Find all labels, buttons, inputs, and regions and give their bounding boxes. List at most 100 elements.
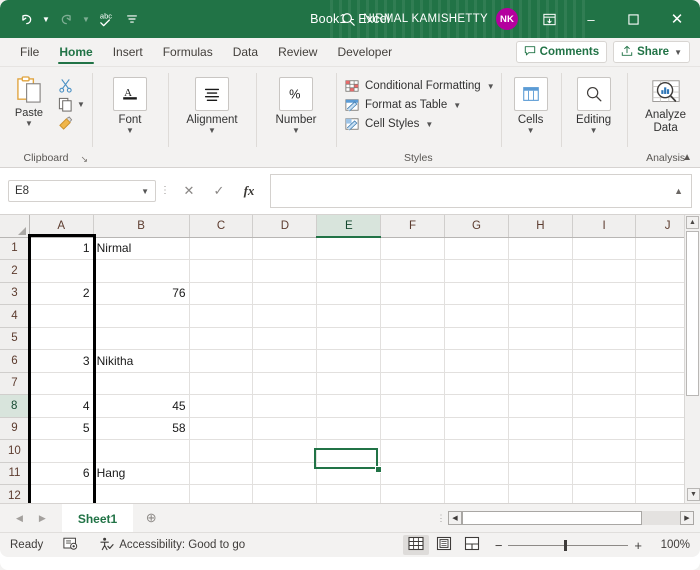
cell-D1[interactable] <box>252 237 318 260</box>
cell-H3[interactable] <box>508 282 573 305</box>
cell-G1[interactable] <box>444 237 509 260</box>
share-dropdown-icon[interactable]: ▼ <box>674 48 682 57</box>
row-header-6[interactable]: 6 <box>0 349 30 373</box>
zoom-level[interactable]: 100% <box>652 539 690 551</box>
cell-E10[interactable] <box>316 439 382 463</box>
scroll-up-button[interactable]: ▲ <box>686 216 699 229</box>
cell-I9[interactable] <box>572 417 637 440</box>
cell-H9[interactable] <box>508 417 573 440</box>
row-header-1[interactable]: 1 <box>0 237 30 260</box>
cell-F2[interactable] <box>380 259 445 283</box>
cell-D2[interactable] <box>252 259 318 283</box>
cell-B5[interactable] <box>93 327 190 350</box>
accessibility-status[interactable]: Accessibility: Good to go <box>89 537 255 554</box>
cell-I7[interactable] <box>572 372 637 395</box>
user-name[interactable]: NIRMAL KAMISHETTY <box>363 13 496 25</box>
spelling-icon[interactable]: abc <box>94 7 118 31</box>
cell-D3[interactable] <box>252 282 318 305</box>
cell-E8[interactable] <box>316 394 382 418</box>
zoom-slider[interactable] <box>508 539 629 551</box>
cut-button[interactable] <box>54 76 86 94</box>
cell-A1[interactable]: 1 <box>29 237 94 260</box>
format-as-table-button[interactable]: Format as Table ▼ <box>344 97 495 113</box>
cells-button[interactable]: Cells ▼ <box>507 71 555 135</box>
undo-icon[interactable] <box>14 7 38 31</box>
cell-C9[interactable] <box>189 417 254 440</box>
cell-F6[interactable] <box>380 349 445 373</box>
scroll-right-button[interactable]: ▶ <box>680 511 694 525</box>
cell-F12[interactable] <box>380 484 445 503</box>
editing-dropdown-icon[interactable]: ▼ <box>590 127 598 135</box>
cell-D7[interactable] <box>252 372 318 395</box>
cell-C5[interactable] <box>189 327 254 350</box>
cell-G9[interactable] <box>444 417 509 440</box>
cell-A12[interactable] <box>29 484 94 503</box>
cell-styles-dropdown-icon[interactable]: ▼ <box>425 120 433 129</box>
paste-dropdown-icon[interactable]: ▼ <box>25 120 33 128</box>
zoom-slider-thumb[interactable] <box>564 539 568 551</box>
cell-C6[interactable] <box>189 349 254 373</box>
alignment-dropdown-icon[interactable]: ▼ <box>208 127 216 135</box>
cell-I12[interactable] <box>572 484 637 503</box>
format-painter-button[interactable] <box>54 114 86 132</box>
customize-qat-icon[interactable] <box>120 7 144 31</box>
cell-A5[interactable] <box>29 327 94 350</box>
cell-F9[interactable] <box>380 417 445 440</box>
cancel-icon[interactable]: ✕ <box>174 180 204 202</box>
name-box-dropdown-icon[interactable]: ▼ <box>141 187 149 196</box>
paste-button[interactable]: Paste ▼ <box>6 74 52 128</box>
format-as-table-dropdown-icon[interactable]: ▼ <box>453 101 461 110</box>
sheet-tab-sheet1[interactable]: Sheet1 <box>61 504 134 532</box>
cell-A3[interactable]: 2 <box>29 282 94 305</box>
column-header-i[interactable]: I <box>572 215 637 238</box>
cell-B1[interactable]: Nirmal <box>93 237 190 260</box>
column-header-g[interactable]: G <box>444 215 509 238</box>
cell-H10[interactable] <box>508 439 573 463</box>
cell-H7[interactable] <box>508 372 573 395</box>
cell-G12[interactable] <box>444 484 509 503</box>
cell-H6[interactable] <box>508 349 573 373</box>
row-header-9[interactable]: 9 <box>0 417 30 440</box>
cell-C11[interactable] <box>189 462 254 485</box>
number-button[interactable]: % Number ▼ <box>262 71 330 135</box>
cell-C1[interactable] <box>189 237 254 260</box>
row-header-11[interactable]: 11 <box>0 462 30 485</box>
cell-C4[interactable] <box>189 304 254 328</box>
cell-I5[interactable] <box>572 327 637 350</box>
cells-dropdown-icon[interactable]: ▼ <box>527 127 535 135</box>
close-button[interactable]: ✕ <box>654 0 700 38</box>
tab-home[interactable]: Home <box>49 38 102 66</box>
cell-G4[interactable] <box>444 304 509 328</box>
copy-dropdown-icon[interactable]: ▼ <box>76 100 86 109</box>
cell-I1[interactable] <box>572 237 637 260</box>
analyze-data-button[interactable]: Analyze Data <box>633 71 699 135</box>
cell-E7[interactable] <box>316 372 382 395</box>
share-button[interactable]: Share ▼ <box>613 41 690 63</box>
cell-D4[interactable] <box>252 304 318 328</box>
cell-B9[interactable]: 58 <box>93 417 190 440</box>
collapse-ribbon-icon[interactable]: ▲ <box>682 152 692 163</box>
cell-B7[interactable] <box>93 372 190 395</box>
cell-A10[interactable] <box>29 439 94 463</box>
search-icon[interactable] <box>333 0 363 38</box>
page-layout-view-button[interactable] <box>431 535 457 555</box>
cell-I3[interactable] <box>572 282 637 305</box>
tab-data[interactable]: Data <box>223 38 268 66</box>
column-header-h[interactable]: H <box>508 215 573 238</box>
cell-B8[interactable]: 45 <box>93 394 190 418</box>
cell-H4[interactable] <box>508 304 573 328</box>
cell-E11[interactable] <box>316 462 382 485</box>
select-all-button[interactable] <box>0 215 30 238</box>
cell-D12[interactable] <box>252 484 318 503</box>
cell-G2[interactable] <box>444 259 509 283</box>
cell-B2[interactable] <box>93 259 190 283</box>
cell-E4[interactable] <box>316 304 382 328</box>
cell-G5[interactable] <box>444 327 509 350</box>
cell-H8[interactable] <box>508 394 573 418</box>
cell-C10[interactable] <box>189 439 254 463</box>
cell-F5[interactable] <box>380 327 445 350</box>
insert-function-icon[interactable]: fx <box>234 180 264 202</box>
comments-button[interactable]: Comments <box>515 41 608 63</box>
cell-I6[interactable] <box>572 349 637 373</box>
cell-E1[interactable] <box>316 237 382 260</box>
